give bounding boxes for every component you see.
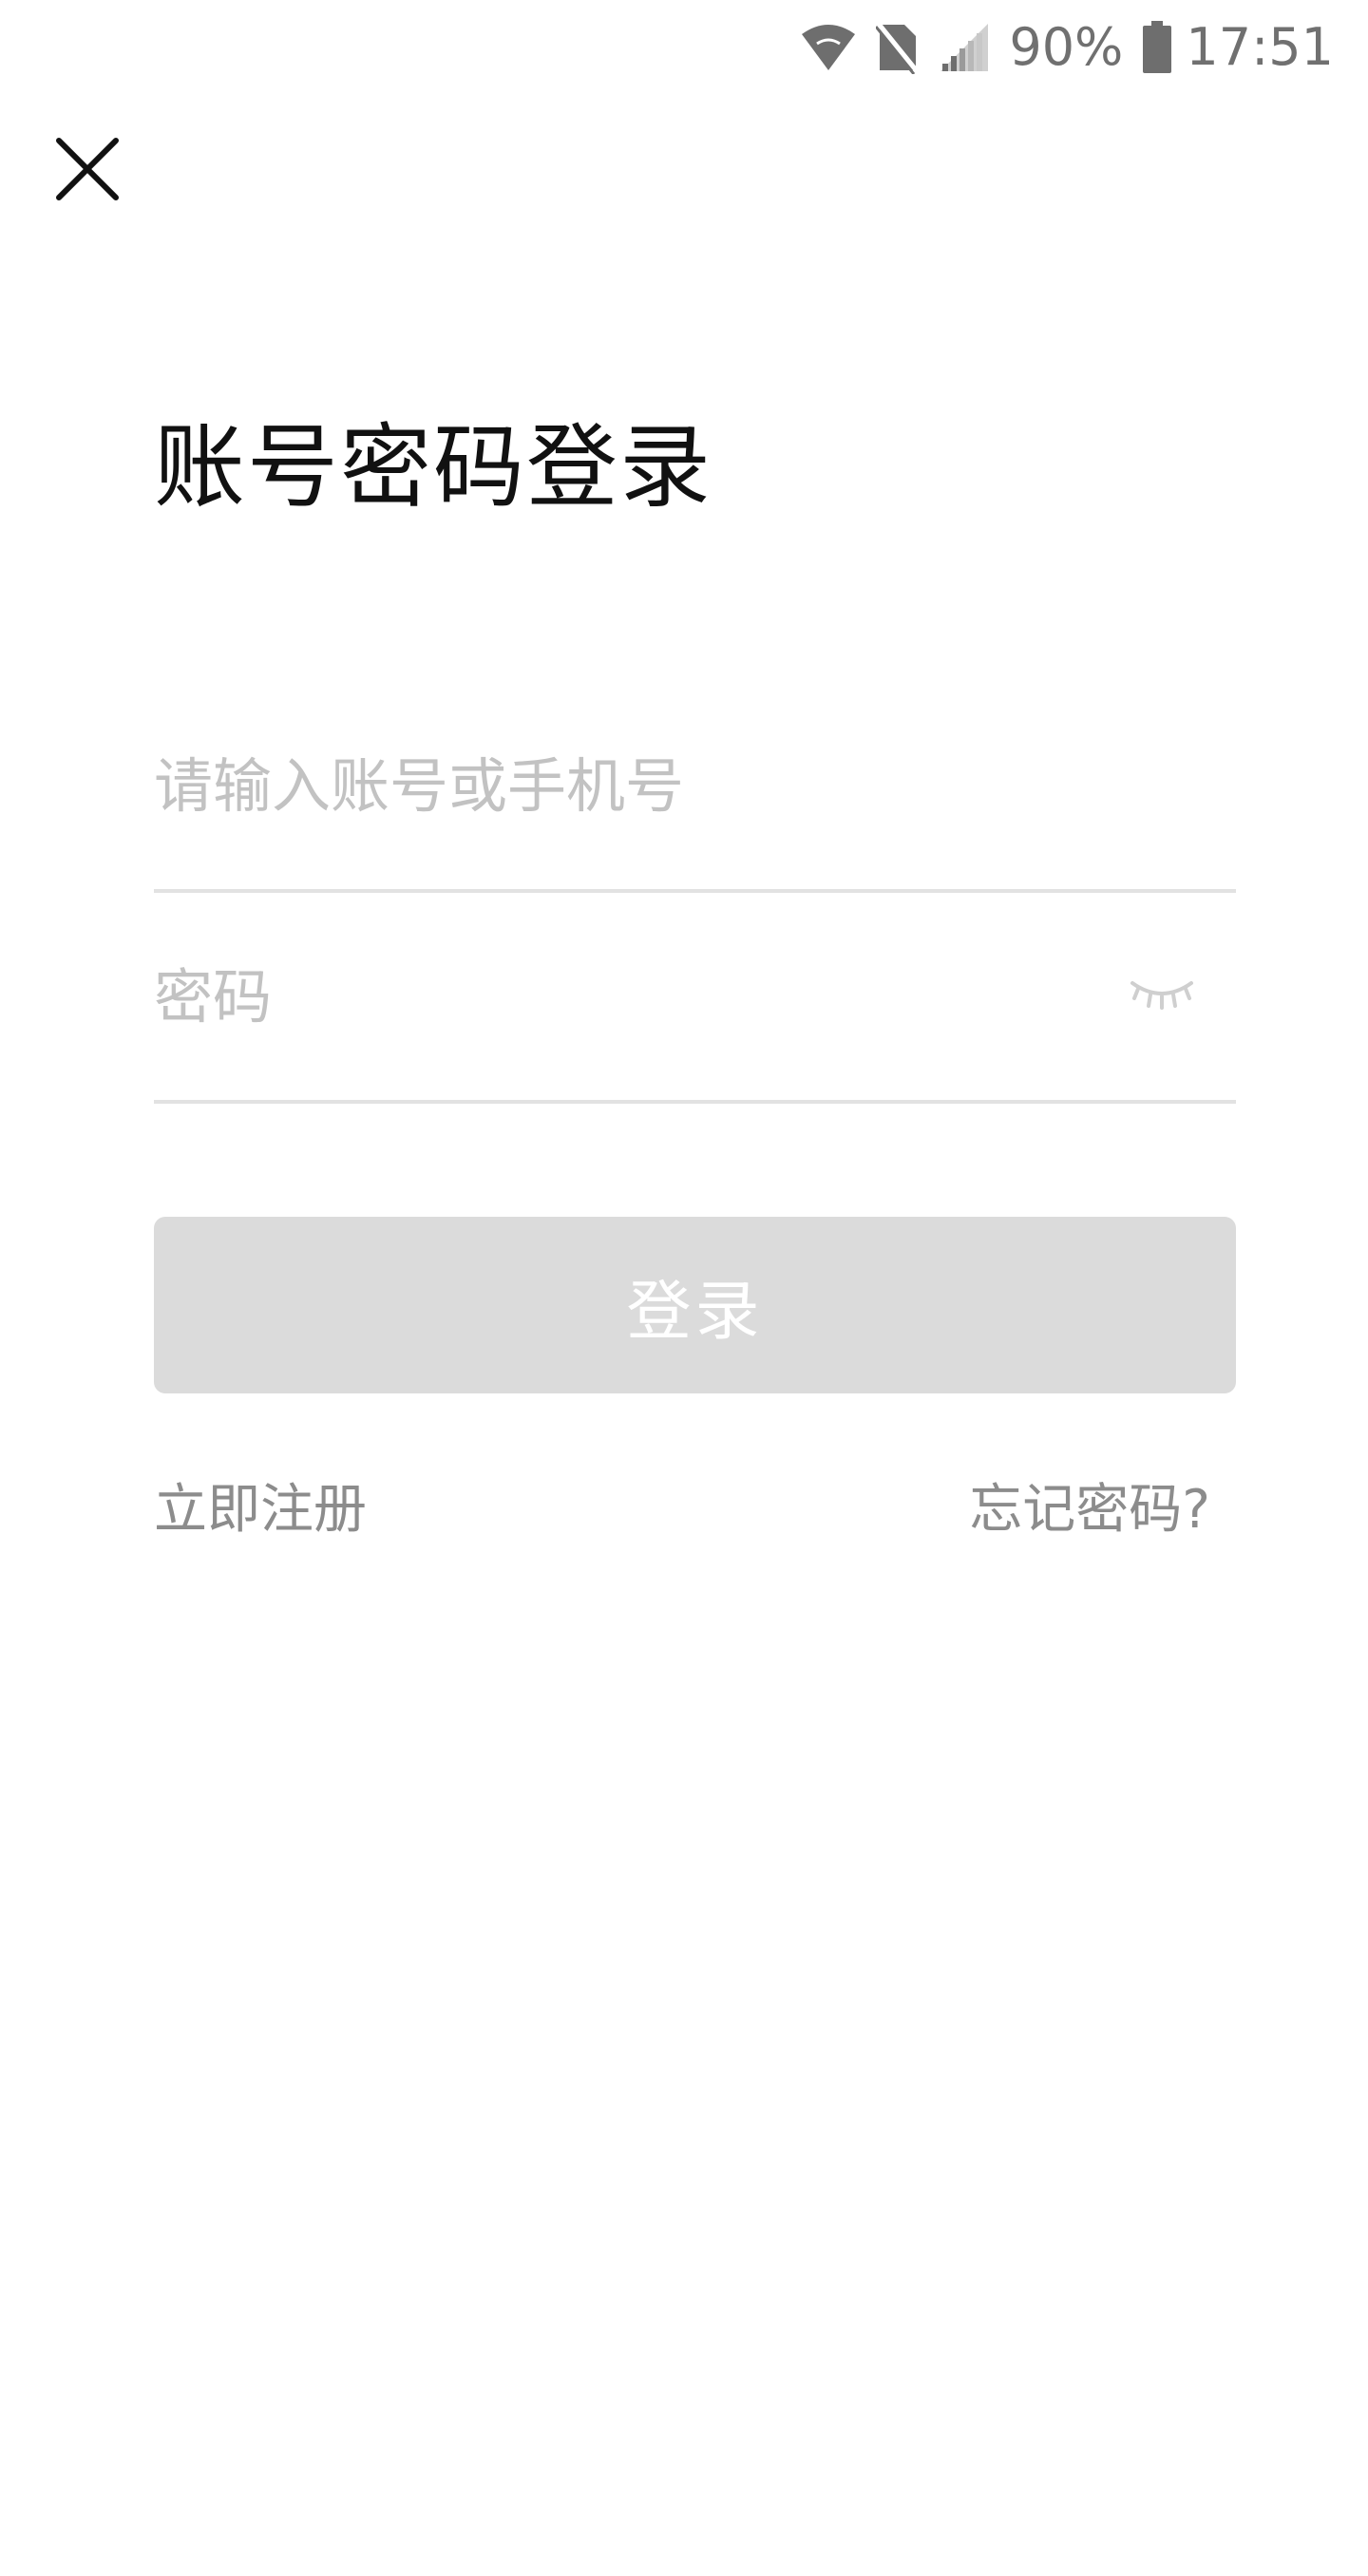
password-field-row [154,893,1236,1104]
close-button[interactable] [42,125,133,217]
eye-closed-icon [1129,975,1195,1017]
account-input[interactable] [154,738,1104,833]
register-link[interactable]: 立即注册 [154,1474,367,1546]
status-bar: 90% 17:51 [0,0,1368,95]
battery-percent: 90% [1009,17,1124,77]
login-button[interactable]: 登录 [154,1217,1236,1393]
clock: 17:51 [1186,17,1334,77]
battery-time-group: 17:51 [1142,13,1334,82]
signal-icon [939,22,990,73]
close-icon [53,135,122,207]
wifi-icon [800,23,857,72]
forgot-password-link[interactable]: 忘记密码? [969,1474,1210,1546]
account-field-row [154,682,1236,893]
password-input[interactable] [154,949,1104,1044]
page-title: 账号密码登录 [154,414,712,521]
status-bar-right: 90% 17:51 [800,13,1334,82]
battery-icon [1142,21,1172,74]
no-sim-icon [876,21,921,74]
password-visibility-toggle[interactable] [1124,968,1200,1025]
